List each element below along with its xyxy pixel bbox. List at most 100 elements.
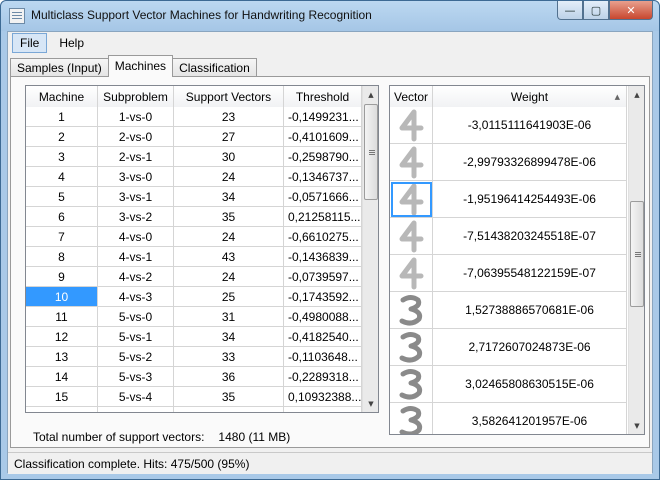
table-row[interactable]: 2 2-vs-0 27 -0,4101609... bbox=[26, 127, 362, 147]
table-row[interactable]: -1,95196414254493E-06 bbox=[390, 181, 627, 218]
digit-3-image[interactable] bbox=[390, 366, 433, 403]
table-cell[interactable]: 33 bbox=[174, 347, 284, 367]
scroll-up-arrow-icon[interactable]: ▲ bbox=[629, 86, 644, 103]
digit-3-image[interactable] bbox=[390, 329, 433, 366]
table-cell[interactable]: 24 bbox=[174, 267, 284, 287]
weight-cell[interactable]: 2,7172607024873E-06 bbox=[433, 329, 627, 366]
tab-machines[interactable]: Machines bbox=[107, 55, 174, 77]
scroll-thumb[interactable] bbox=[630, 201, 644, 307]
title-bar[interactable]: Multiclass Support Vector Machines for H… bbox=[1, 1, 659, 31]
table-cell[interactable]: 30 bbox=[174, 147, 284, 167]
weight-cell[interactable]: -7,51438203245518E-07 bbox=[433, 218, 627, 255]
table-row[interactable]: 13 5-vs-2 33 -0,1103648... bbox=[26, 347, 362, 367]
table-cell[interactable]: 7 bbox=[26, 227, 98, 247]
table-cell[interactable]: 4-vs-2 bbox=[98, 267, 174, 287]
table-row[interactable]: -3,0115111641903E-06 bbox=[390, 107, 627, 144]
digit-4-image[interactable] bbox=[390, 181, 433, 218]
table-row[interactable]: 3,582641201957E-06 bbox=[390, 403, 627, 434]
table-cell[interactable]: 24 bbox=[174, 407, 284, 412]
scroll-down-arrow-icon[interactable]: ▼ bbox=[363, 395, 378, 412]
weight-cell[interactable]: -3,0115111641903E-06 bbox=[433, 107, 627, 144]
table-cell[interactable]: 5 bbox=[26, 187, 98, 207]
table-cell[interactable]: -0,4980088... bbox=[284, 307, 362, 327]
close-button[interactable]: ✕ bbox=[609, 1, 653, 20]
table-cell[interactable]: 5-vs-0 bbox=[98, 307, 174, 327]
table-cell[interactable]: 15 bbox=[26, 387, 98, 407]
weight-cell[interactable]: 3,582641201957E-06 bbox=[433, 403, 627, 434]
table-row[interactable]: 1 1-vs-0 23 -0,1499231... bbox=[26, 107, 362, 127]
minimize-button[interactable]: — bbox=[557, 1, 583, 20]
table-cell[interactable]: -0,2289318... bbox=[284, 367, 362, 387]
table-row[interactable]: 5 3-vs-1 34 -0,0571666... bbox=[26, 187, 362, 207]
column-header[interactable]: Threshold bbox=[284, 86, 362, 107]
weight-cell[interactable]: 1,52738886570681E-06 bbox=[433, 292, 627, 329]
table-cell[interactable]: 2-vs-0 bbox=[98, 127, 174, 147]
table-cell[interactable]: 35 bbox=[174, 387, 284, 407]
scroll-thumb[interactable] bbox=[364, 104, 378, 200]
table-cell[interactable]: 34 bbox=[174, 327, 284, 347]
column-header[interactable]: Weight ▲ bbox=[433, 86, 627, 107]
table-row[interactable]: 3,02465808630515E-06 bbox=[390, 366, 627, 403]
table-cell[interactable]: 23 bbox=[174, 107, 284, 127]
table-cell[interactable]: 13 bbox=[26, 347, 98, 367]
machines-vertical-scrollbar[interactable]: ▲ ▼ bbox=[362, 86, 378, 412]
tab-samples[interactable]: Samples (Input) bbox=[10, 58, 109, 77]
vectors-vertical-scrollbar[interactable]: ▲ ▼ bbox=[628, 86, 644, 434]
table-cell[interactable]: 4 bbox=[26, 167, 98, 187]
table-cell[interactable]: -0,1436839... bbox=[284, 247, 362, 267]
scroll-down-arrow-icon[interactable]: ▼ bbox=[629, 417, 644, 434]
table-cell[interactable]: 3-vs-0 bbox=[98, 167, 174, 187]
digit-4-image[interactable] bbox=[390, 218, 433, 255]
table-row[interactable]: -7,06395548122159E-07 bbox=[390, 255, 627, 292]
table-cell[interactable]: 35 bbox=[174, 207, 284, 227]
table-cell[interactable]: 24 bbox=[174, 227, 284, 247]
table-cell[interactable]: 4-vs-3 bbox=[98, 287, 174, 307]
column-header[interactable]: Machine bbox=[26, 86, 98, 107]
column-header[interactable]: Vector bbox=[390, 86, 433, 107]
table-cell[interactable]: 4-vs-0 bbox=[98, 227, 174, 247]
table-cell[interactable]: 2 bbox=[26, 127, 98, 147]
table-cell[interactable]: 4-vs-1 bbox=[98, 247, 174, 267]
table-row[interactable]: 3 2-vs-1 30 -0,2598790... bbox=[26, 147, 362, 167]
table-cell[interactable]: 2-vs-1 bbox=[98, 147, 174, 167]
machines-grid[interactable]: Machine Subproblem Support Vectors Threshol… bbox=[25, 85, 379, 413]
table-cell[interactable]: 27 bbox=[174, 127, 284, 147]
table-cell[interactable]: 5-vs-1 bbox=[98, 327, 174, 347]
vectors-grid[interactable]: Vector Weight ▲ -3,0115111641903E-06 -2,997… bbox=[389, 85, 645, 435]
table-cell[interactable]: 0,10932388... bbox=[284, 387, 362, 407]
table-cell[interactable]: -0,4101609... bbox=[284, 127, 362, 147]
weight-cell[interactable]: -7,06395548122159E-07 bbox=[433, 255, 627, 292]
table-cell[interactable]: 8 bbox=[26, 247, 98, 267]
table-cell[interactable]: 9 bbox=[26, 267, 98, 287]
table-cell[interactable]: -0,1743592... bbox=[284, 287, 362, 307]
table-cell[interactable]: -0,1103648... bbox=[284, 347, 362, 367]
table-row[interactable]: 14 5-vs-3 36 -0,2289318... bbox=[26, 367, 362, 387]
table-cell[interactable]: 16 bbox=[26, 407, 98, 412]
table-cell[interactable]: -0,0571666... bbox=[284, 187, 362, 207]
table-row[interactable]: 166-vs-024-0,2438241... bbox=[26, 407, 362, 412]
table-cell[interactable]: -0,6610275... bbox=[284, 227, 362, 247]
digit-4-image[interactable] bbox=[390, 144, 433, 181]
table-cell[interactable]: 12 bbox=[26, 327, 98, 347]
scroll-up-arrow-icon[interactable]: ▲ bbox=[363, 86, 378, 103]
table-cell[interactable]: 6-vs-0 bbox=[98, 407, 174, 412]
table-cell[interactable]: 14 bbox=[26, 367, 98, 387]
table-cell[interactable]: -0,4182540... bbox=[284, 327, 362, 347]
table-cell[interactable]: 1-vs-0 bbox=[98, 107, 174, 127]
table-row[interactable]: 7 4-vs-0 24 -0,6610275... bbox=[26, 227, 362, 247]
table-cell[interactable]: 0,21258115... bbox=[284, 207, 362, 227]
weight-cell[interactable]: 3,02465808630515E-06 bbox=[433, 366, 627, 403]
table-cell[interactable]: 1 bbox=[26, 107, 98, 127]
table-cell[interactable]: 25 bbox=[174, 287, 284, 307]
menu-help[interactable]: Help bbox=[51, 33, 92, 53]
table-cell[interactable]: -0,1346737... bbox=[284, 167, 362, 187]
table-row[interactable]: 8 4-vs-1 43 -0,1436839... bbox=[26, 247, 362, 267]
table-cell[interactable]: -0,2598790... bbox=[284, 147, 362, 167]
table-cell[interactable]: 24 bbox=[174, 167, 284, 187]
tab-classification[interactable]: Classification bbox=[172, 58, 257, 77]
table-row[interactable]: 12 5-vs-1 34 -0,4182540... bbox=[26, 327, 362, 347]
table-row[interactable]: 10 4-vs-3 25 -0,1743592... bbox=[26, 287, 362, 307]
digit-3-image[interactable] bbox=[390, 292, 433, 329]
table-cell[interactable]: -0,2438241... bbox=[284, 407, 362, 412]
menu-file[interactable]: File bbox=[12, 33, 48, 53]
